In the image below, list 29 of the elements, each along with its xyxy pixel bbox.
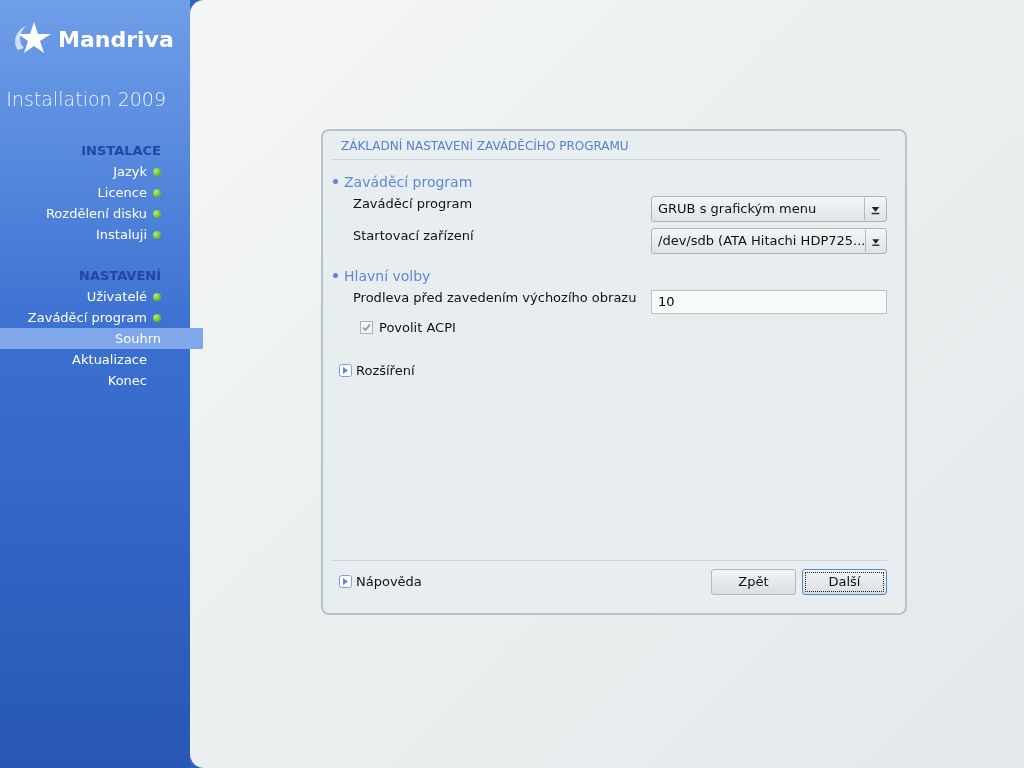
checkbox[interactable] [360, 320, 373, 334]
panel-title: ZÁKLADNÍ NASTAVENÍ ZAVÁDĚCÍHO PROGRAMU [333, 138, 881, 160]
dropdown[interactable]: GRUB s grafickým menu [651, 195, 887, 222]
advanced-expander[interactable]: Rozšíření [333, 362, 887, 378]
step-item: Uživatelé [0, 286, 190, 307]
bullet-icon [333, 179, 338, 184]
group-heading: Zaváděcí program [344, 173, 473, 190]
checkbox-label: Povolit ACPI [379, 319, 456, 335]
step-item: Licence [0, 182, 190, 203]
dropdown[interactable]: /dev/sdb (ATA Hitachi HDP725... [651, 227, 887, 254]
step-item: Konec [106, 372, 148, 390]
nav-button[interactable]: Další [802, 568, 887, 595]
logo-text: Mandriva [58, 26, 174, 52]
field-label: Prodleva před zavedením výchozího obrazu [353, 289, 637, 305]
section-heading: INSTALACE [80, 142, 162, 160]
group-heading: Hlavní volby [344, 267, 431, 284]
input-field[interactable]: 10 [651, 289, 887, 314]
bullet-icon [333, 273, 338, 278]
nav-button[interactable]: Zpět [711, 568, 796, 595]
step-item: Aktualizace [71, 351, 148, 369]
help-expander[interactable]: Nápověda [333, 574, 422, 589]
field-label: Startovací zařízení [353, 227, 474, 243]
step-item: Zaváděcí program [0, 307, 190, 328]
field-label: Zaváděcí program [353, 195, 473, 211]
installer-subtitle: Installation 2009 [5, 87, 167, 110]
step-item: Souhrn [0, 328, 203, 349]
step-item: Rozdělení disku [0, 203, 190, 224]
step-item: Instaluji [0, 224, 190, 245]
step-item: Jazyk [0, 161, 190, 182]
